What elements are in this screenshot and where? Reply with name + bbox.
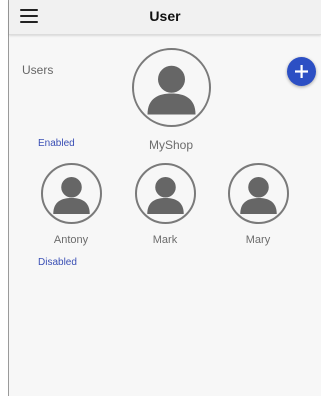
app-screen: User Users MyShop Enabled Antony Mark Ma… bbox=[8, 0, 321, 396]
add-user-button[interactable] bbox=[287, 57, 316, 86]
plus-icon bbox=[295, 65, 308, 78]
person-avatar-icon bbox=[147, 65, 196, 115]
user-avatar-mary[interactable] bbox=[228, 163, 289, 224]
app-bar: User bbox=[9, 0, 321, 35]
user-name-mary: Mary bbox=[245, 234, 271, 246]
user-avatar-antony[interactable] bbox=[41, 163, 102, 224]
user-avatar-mark[interactable] bbox=[135, 163, 196, 224]
enabled-section-label: Enabled bbox=[38, 138, 75, 149]
person-avatar-icon bbox=[53, 176, 90, 215]
user-name-antony: Antony bbox=[53, 234, 89, 246]
person-avatar-icon bbox=[240, 176, 277, 215]
owner-name: MyShop bbox=[148, 138, 194, 152]
page-title: User bbox=[149, 8, 181, 24]
user-name-mark: Mark bbox=[152, 234, 178, 246]
person-avatar-icon bbox=[147, 176, 184, 215]
users-label: Users bbox=[22, 63, 54, 77]
owner-avatar[interactable] bbox=[132, 48, 211, 127]
disabled-section-label: Disabled bbox=[38, 257, 77, 268]
